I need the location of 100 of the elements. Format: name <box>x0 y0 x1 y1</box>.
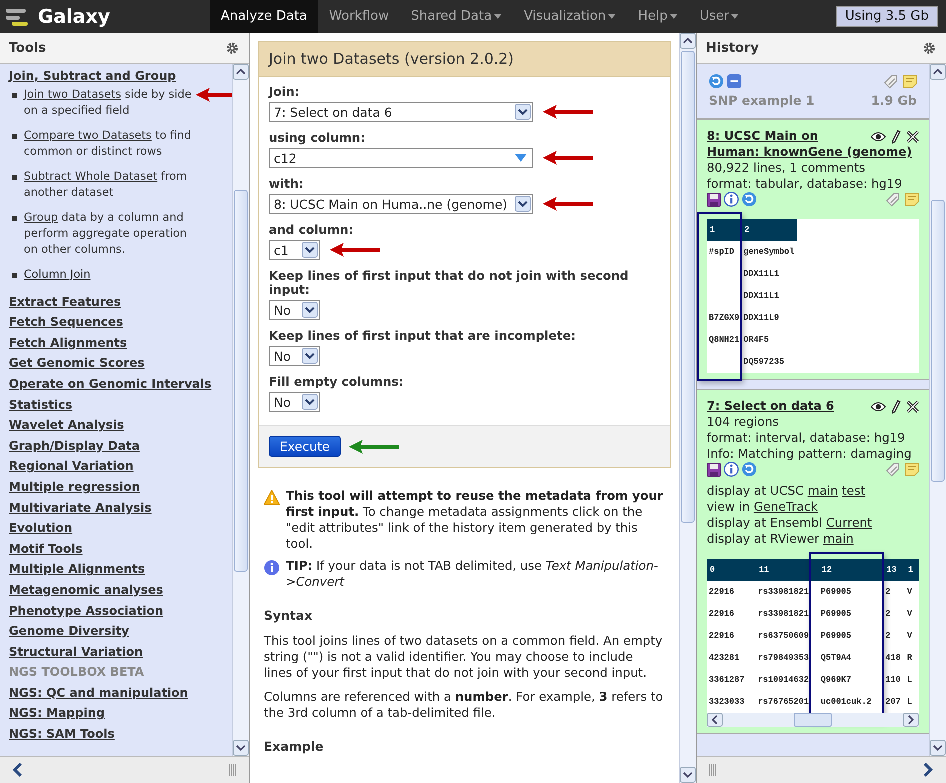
eye-icon[interactable] <box>871 132 886 142</box>
tool-link[interactable]: Subtract Whole Dataset <box>24 170 158 183</box>
settings-icon[interactable] <box>226 42 239 54</box>
scroll-down-icon[interactable] <box>680 767 696 783</box>
tool-section-link[interactable]: Phenotype Association <box>9 600 164 622</box>
tool-section-link[interactable]: Fetch Sequences <box>9 312 124 333</box>
table-cell-text: 3361287 <box>708 674 746 687</box>
table-cell-text: P69905 <box>820 586 852 599</box>
pencil-icon[interactable] <box>892 130 901 144</box>
scroll-up-icon[interactable] <box>233 64 249 80</box>
table-cell-text: 207 <box>884 696 902 709</box>
field-label: Keep lines of first input that are incomplete: <box>269 329 577 343</box>
info-icon[interactable] <box>724 192 739 207</box>
eye-icon[interactable] <box>871 402 886 412</box>
display-link[interactable]: main <box>823 532 854 546</box>
tool-section-link[interactable]: Graph/Display Data <box>9 436 140 456</box>
display-link[interactable]: GeneTrack <box>754 500 818 514</box>
scroll-left-icon[interactable] <box>707 713 723 727</box>
column-header: 2 <box>742 219 797 241</box>
history-size: 1.9 Gb <box>871 93 917 108</box>
nav-tab[interactable]: User <box>688 0 750 33</box>
select-field[interactable]: c1 <box>269 240 320 260</box>
display-link[interactable]: main <box>808 484 838 498</box>
tool-section-link[interactable]: Motif Tools <box>9 538 83 560</box>
nav-tab[interactable]: Shared Data <box>400 0 514 33</box>
table-cell-text: #spID <box>708 246 736 259</box>
select-field[interactable]: No <box>269 300 320 320</box>
dataset-title[interactable]: 8: UCSC Main on Human: knownGene (genome) <box>707 128 919 160</box>
field-label: Fill empty columns: <box>269 375 405 389</box>
tool-section-link[interactable]: NGS: SAM Tools <box>9 724 115 745</box>
save-icon[interactable] <box>707 462 721 476</box>
nav-tab[interactable]: Workflow <box>318 0 400 33</box>
nav-tab[interactable]: Visualization <box>513 0 628 33</box>
table-cell-text: 22916 <box>708 608 736 621</box>
select-field[interactable]: 8: UCSC Main on Huma..ne (genome) <box>269 194 533 214</box>
scroll-down-icon[interactable] <box>930 740 946 756</box>
select-field[interactable]: No <box>269 346 320 366</box>
settings-icon[interactable] <box>923 42 936 54</box>
table-cell-text: DDX11L9 <box>742 312 780 325</box>
collapse-icon[interactable] <box>727 74 742 89</box>
refresh-icon[interactable] <box>709 74 724 89</box>
panel-title: History <box>706 40 760 56</box>
delete-icon[interactable] <box>907 401 919 413</box>
scroll-right-icon[interactable] <box>903 713 919 727</box>
tool-section-link[interactable]: NGS: Mapping <box>9 703 105 724</box>
scroll-down-icon[interactable] <box>233 740 249 756</box>
table-cell-text: 2 <box>884 608 892 621</box>
scrollbar[interactable] <box>232 64 249 756</box>
refresh-icon[interactable] <box>742 462 757 477</box>
scroll-up-icon[interactable] <box>930 64 946 80</box>
tool-section-link[interactable]: Get Genomic Scores <box>9 353 145 374</box>
nav-tab[interactable]: Analyze Data <box>210 0 318 33</box>
tool-section-link[interactable]: Join, Subtract and Group <box>9 66 176 87</box>
scroll-up-icon[interactable] <box>680 33 696 49</box>
tool-section-link[interactable]: Evolution <box>9 518 73 539</box>
table-cell-text: rs79849353 <box>757 652 810 665</box>
pencil-icon[interactable] <box>892 400 901 414</box>
resize-grip-icon[interactable] <box>709 764 717 776</box>
combo-field[interactable]: c12 <box>269 148 533 168</box>
save-icon[interactable] <box>707 192 721 206</box>
select-field[interactable]: 7: Select on data 6 <box>269 102 533 122</box>
tool-section-link[interactable]: Metagenomic analyses <box>9 580 164 600</box>
collapse-right-icon[interactable] <box>922 763 934 777</box>
resize-grip-icon[interactable] <box>229 764 237 776</box>
tool-section-link[interactable]: Genome Diversity <box>9 621 130 642</box>
field-label: and column: <box>269 223 355 237</box>
tool-section-link[interactable]: Multiple regression <box>9 476 140 498</box>
tool-section-link[interactable]: Regional Variation <box>9 456 134 477</box>
table-cell-text: DDX11L1 <box>742 290 780 303</box>
tool-section-link[interactable]: Fetch Alignments <box>9 332 128 354</box>
nav-tab[interactable]: Help <box>627 0 689 33</box>
refresh-icon[interactable] <box>742 192 757 207</box>
collapse-left-icon[interactable] <box>12 763 24 777</box>
tool-link[interactable]: Group <box>24 210 58 224</box>
scrollbar[interactable] <box>929 64 946 756</box>
display-link[interactable]: Current <box>826 516 872 530</box>
bullet-icon <box>12 134 17 139</box>
tool-link[interactable]: Column Join <box>24 266 91 283</box>
tool-section-link[interactable]: Multiple Alignments <box>9 559 146 580</box>
tool-section-link[interactable]: Operate on Genomic Intervals <box>9 374 212 395</box>
dataset-title[interactable]: 7: Select on data 6 <box>707 398 919 414</box>
tool-section-link[interactable]: NGS: QC and manipulation <box>9 682 188 704</box>
display-link-line: display at RViewer main <box>707 531 855 547</box>
tool-section-link[interactable]: Wavelet Analysis <box>9 415 124 436</box>
tool-link[interactable]: Join two Datasets <box>24 88 122 101</box>
tool-section-link[interactable]: Multivariate Analysis <box>9 498 152 518</box>
display-link[interactable]: test <box>842 484 866 498</box>
table-cell-text: 22916 <box>708 586 736 599</box>
execute-button[interactable]: Execute <box>269 436 341 457</box>
tool-section-link[interactable]: Statistics <box>9 394 73 416</box>
info-icon[interactable] <box>724 462 739 477</box>
select-field[interactable]: No <box>269 392 320 412</box>
tool-description: Compare two Datasets to find common or distinct rows <box>24 128 192 160</box>
tool-section-link[interactable]: Structural Variation <box>9 642 144 662</box>
horizontal-scrollbar[interactable] <box>707 713 919 727</box>
delete-icon[interactable] <box>907 131 919 143</box>
logo-icon <box>6 6 30 26</box>
tool-link[interactable]: Compare two Datasets <box>24 128 152 142</box>
scrollbar[interactable] <box>679 33 696 783</box>
tool-section-link[interactable]: Extract Features <box>9 292 122 312</box>
